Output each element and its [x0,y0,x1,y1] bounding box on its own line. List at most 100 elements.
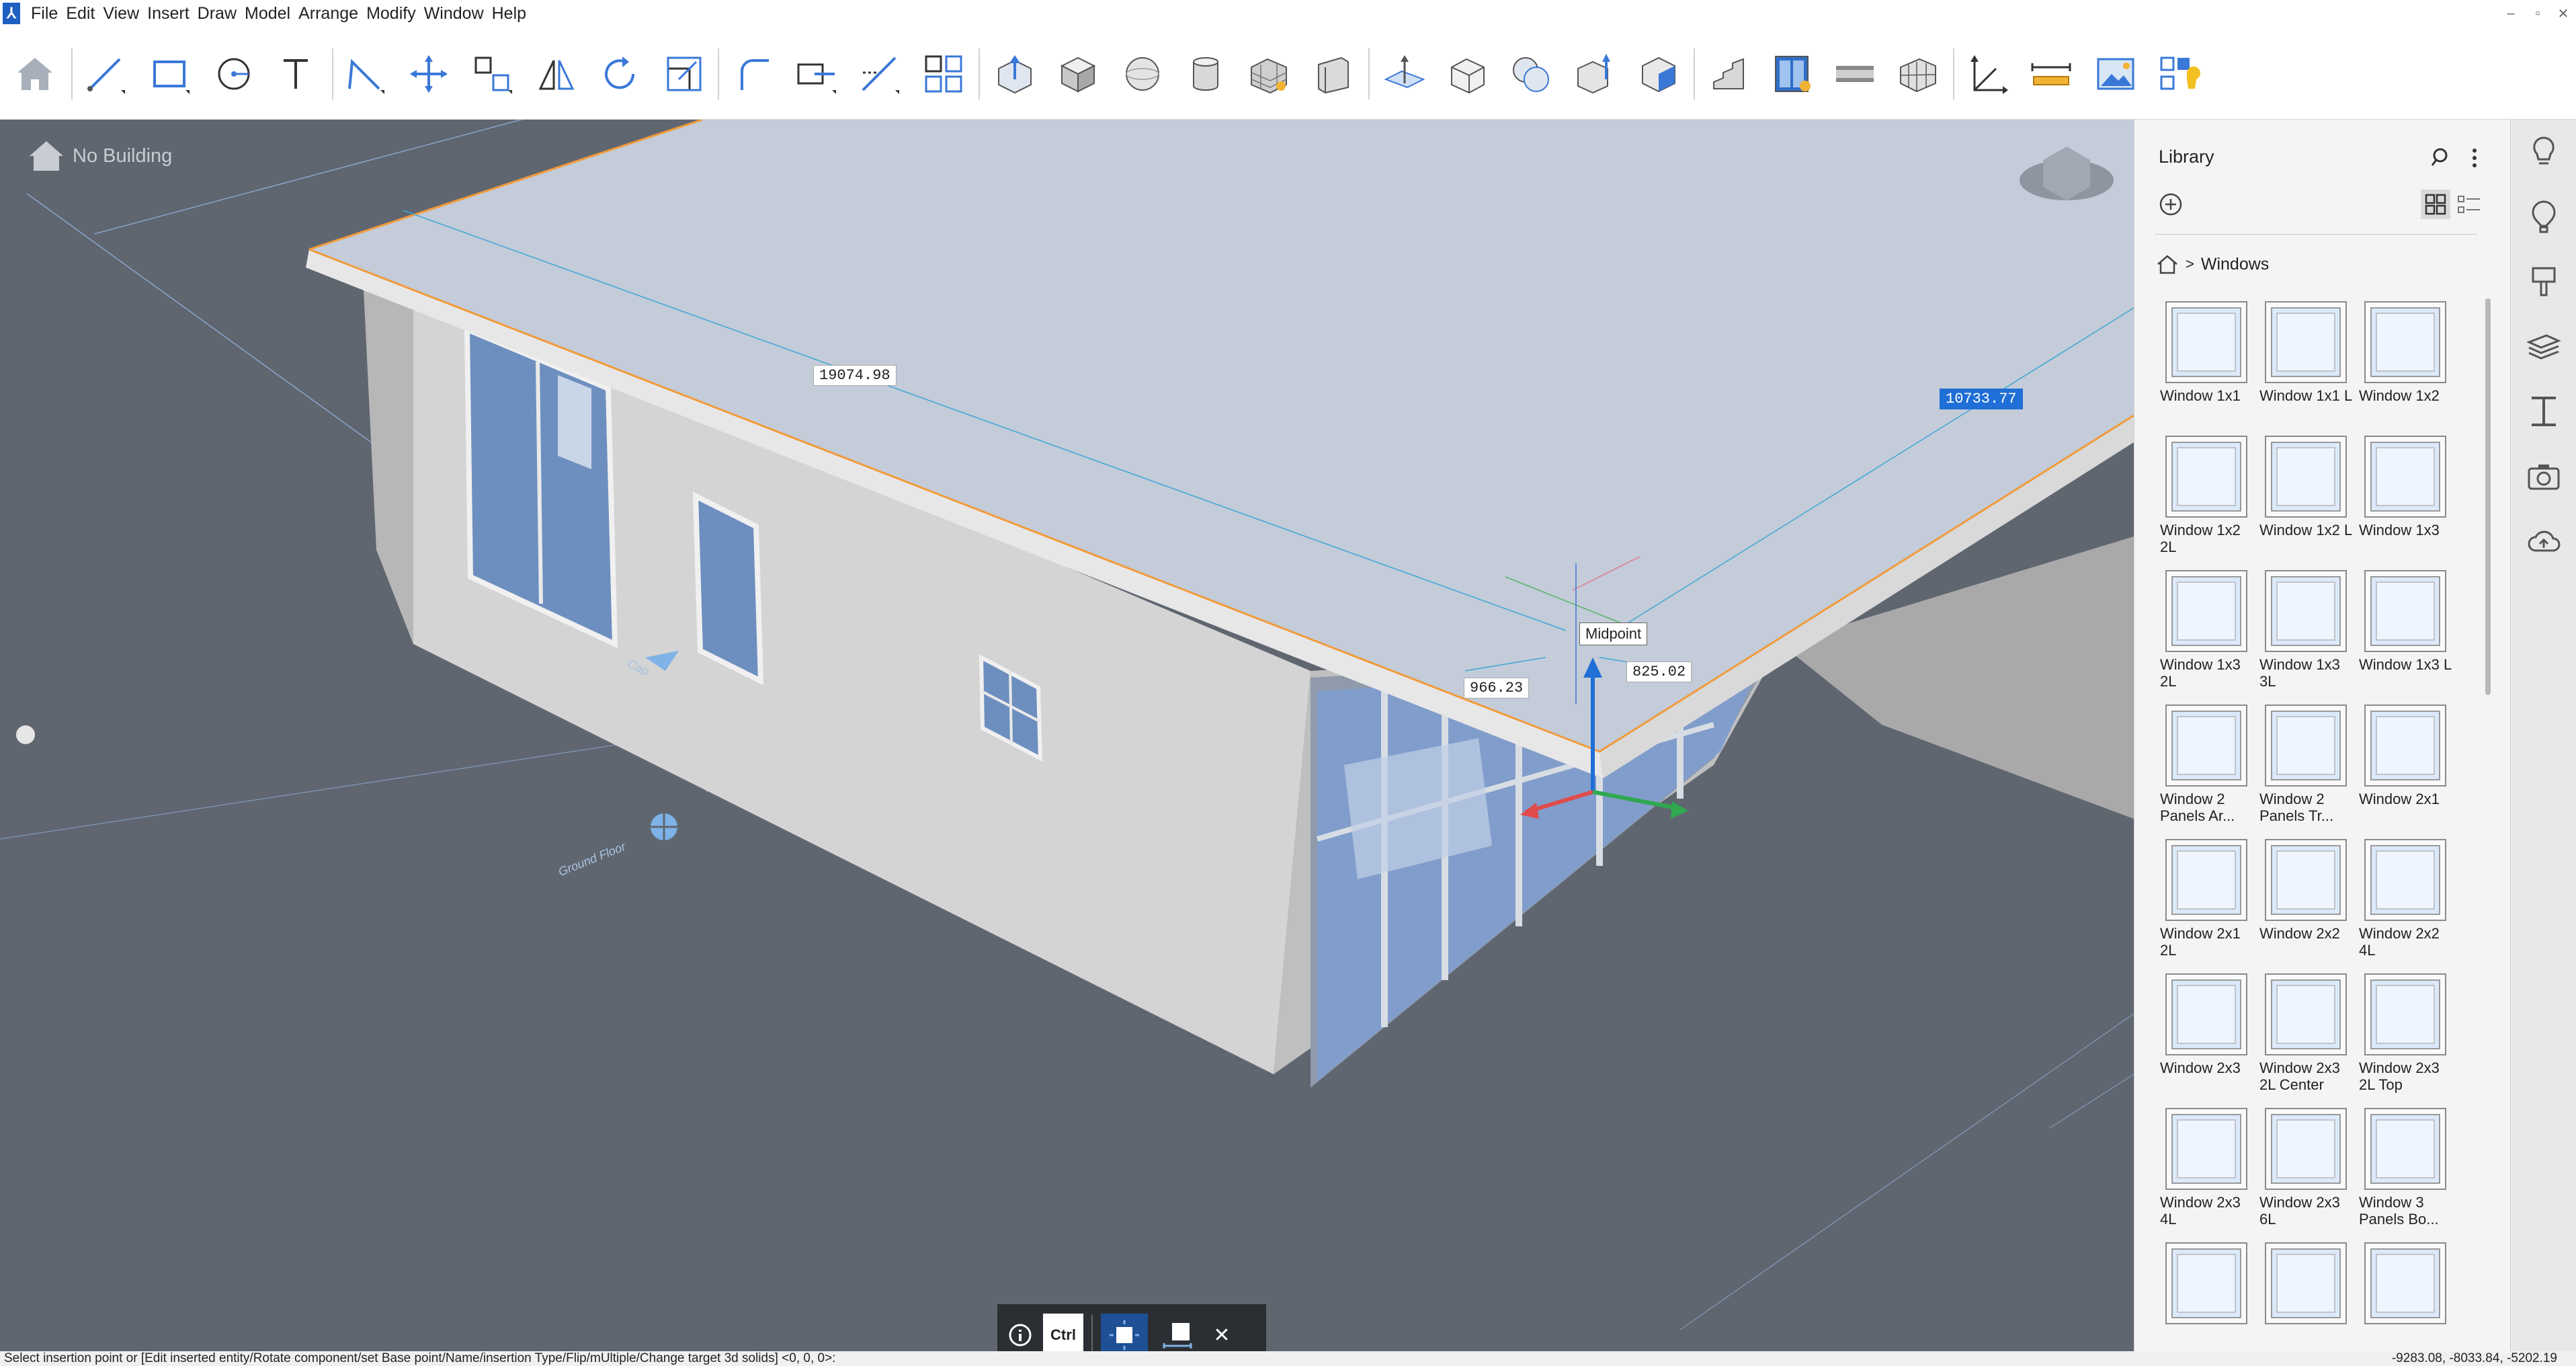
dimension-width-field[interactable]: 10733.77 [1940,389,2023,409]
library-item[interactable]: Window 1x3 2L [2159,570,2253,698]
library-item[interactable]: Window 1x3 [2358,436,2452,563]
library-item[interactable]: Window 2x1 2L [2159,839,2253,967]
library-item[interactable]: Window 2x3 2L Top [2358,973,2452,1101]
section-plane-tool-button[interactable] [1376,46,1433,102]
polyline-tool-button[interactable] [336,46,392,102]
layers-panel-button[interactable] [2524,327,2563,366]
shell-tool-button[interactable] [1440,46,1496,102]
menu-window[interactable]: Window [420,0,488,27]
curtain-wall-tool-button[interactable] [1890,46,1946,102]
library-item[interactable]: Window 1x3 L [2358,570,2452,698]
wall-tool-button[interactable] [1241,46,1297,102]
window-tool-button[interactable] [1763,46,1820,102]
command-prompt[interactable]: Select insertion point or [Edit inserted… [4,1351,835,1366]
library-item[interactable]: Window 2x1 [2358,705,2452,832]
breadcrumb-current[interactable]: Windows [2201,255,2269,274]
stretch-tool-button[interactable] [788,46,844,102]
library-item[interactable]: Window 2x3 [2159,973,2253,1101]
box-tool-button[interactable] [1050,46,1106,102]
measure-tool-button[interactable] [2023,46,2079,102]
dimension-offset-left-field[interactable]: 966.23 [1464,678,1530,698]
cylinder-tool-button[interactable] [1177,46,1234,102]
library-item[interactable]: Window 2x3 6L [2258,1108,2352,1236]
library-home-icon[interactable] [2156,254,2179,274]
menu-view[interactable]: View [99,0,143,27]
beam-tool-button[interactable] [1827,46,1883,102]
dimension-tool-button[interactable] [1960,46,2016,102]
array-tool-button[interactable] [915,46,972,102]
slab-tool-button[interactable] [1305,46,1362,102]
library-scrollbar[interactable] [2485,298,2491,695]
cloud-panel-button[interactable] [2524,522,2563,561]
scale-tool-button[interactable] [656,46,712,102]
menu-help[interactable]: Help [488,0,530,27]
library-item[interactable]: Window 3 Panels Bo... [2358,1108,2452,1236]
library-item[interactable]: Window 1x2 L [2258,436,2352,563]
insert-mode-button[interactable] [1101,1314,1148,1357]
search-icon[interactable] [2430,147,2453,169]
library-panel-button[interactable] [2524,197,2563,236]
wall-window[interactable] [692,491,764,686]
close-icon[interactable]: ✕ [2550,0,2576,27]
grid-view-button[interactable] [2421,190,2450,219]
dimension-offset-right-field[interactable]: 825.02 [1626,661,1692,682]
menu-model[interactable]: Model [241,0,294,27]
library-item[interactable]: Window 2x3 2L Center [2258,973,2352,1101]
render-panel-button[interactable] [2524,457,2563,496]
info-button[interactable] [1005,1314,1035,1357]
multiple-mode-button[interactable] [1156,1314,1199,1357]
library-item[interactable]: Window 1x2 2L [2159,436,2253,563]
trim-tool-button[interactable] [851,46,907,102]
fillet-tool-button[interactable] [724,46,781,102]
building-indicator[interactable]: No Building [28,140,172,172]
circle-tool-button[interactable] [206,46,262,102]
library-item[interactable]: Window 2 Panels Tr... [2258,705,2352,832]
mirror-tool-button[interactable] [528,46,585,102]
menu-arrange[interactable]: Arrange [294,0,362,27]
add-icon[interactable] [2159,192,2183,216]
stair-tool-button[interactable] [1700,46,1757,102]
model-viewport[interactable]: No Building 19074.98 10733.77 966.23 825… [0,120,2134,1351]
structure-panel-button[interactable] [2524,392,2563,431]
library-item[interactable]: Window 1x2 [2358,301,2452,429]
dimension-length-field[interactable]: 19074.98 [813,365,897,386]
rotate-tool-button[interactable] [591,46,648,102]
home-tool-button[interactable] [7,46,63,102]
list-view-icon[interactable] [2456,192,2483,216]
image-tool-button[interactable] [2087,46,2144,102]
menu-edit[interactable]: Edit [62,0,99,27]
tips-panel-button[interactable] [2524,132,2563,171]
app-logo-icon[interactable]: ⅄ [3,3,20,24]
solid-tool-button[interactable] [1630,46,1687,102]
settings-tool-button[interactable] [2151,46,2207,102]
minimize-icon[interactable]: – [2497,0,2524,27]
move-tool-button[interactable] [401,46,457,102]
close-popup-button[interactable]: ✕ [1207,1314,1237,1357]
line-tool-button[interactable] [77,46,133,102]
library-item[interactable] [2258,1242,2352,1351]
library-item[interactable]: Window 1x3 3L [2258,570,2352,698]
boolean-tool-button[interactable] [1503,46,1559,102]
library-item[interactable]: Window 2x3 4L [2159,1108,2253,1236]
menu-draw[interactable]: Draw [194,0,241,27]
menu-modify[interactable]: Modify [362,0,420,27]
sphere-tool-button[interactable] [1114,46,1171,102]
rectangle-tool-button[interactable] [141,46,198,102]
copy-tool-button[interactable] [464,46,520,102]
library-item[interactable] [2159,1242,2253,1351]
menu-file[interactable]: File [27,0,62,27]
restore-icon[interactable]: ▫ [2524,0,2551,27]
push-pull-tool-button[interactable] [987,46,1043,102]
text-tool-button[interactable] [267,46,324,102]
library-item[interactable]: Window 1x1 L [2258,301,2352,429]
library-item[interactable]: Window 1x1 [2159,301,2253,429]
properties-panel-button[interactable] [2524,262,2563,301]
menu-insert[interactable]: Insert [143,0,194,27]
library-item[interactable]: Window 2 Panels Ar... [2159,705,2253,832]
library-item[interactable]: Window 2x2 [2258,839,2352,967]
library-item[interactable]: Window 2x2 4L [2358,839,2452,967]
library-item[interactable] [2358,1242,2452,1351]
extrude-tool-button[interactable] [1566,46,1622,102]
building-model[interactable] [0,120,2134,1351]
more-options-icon[interactable] [2468,147,2481,169]
